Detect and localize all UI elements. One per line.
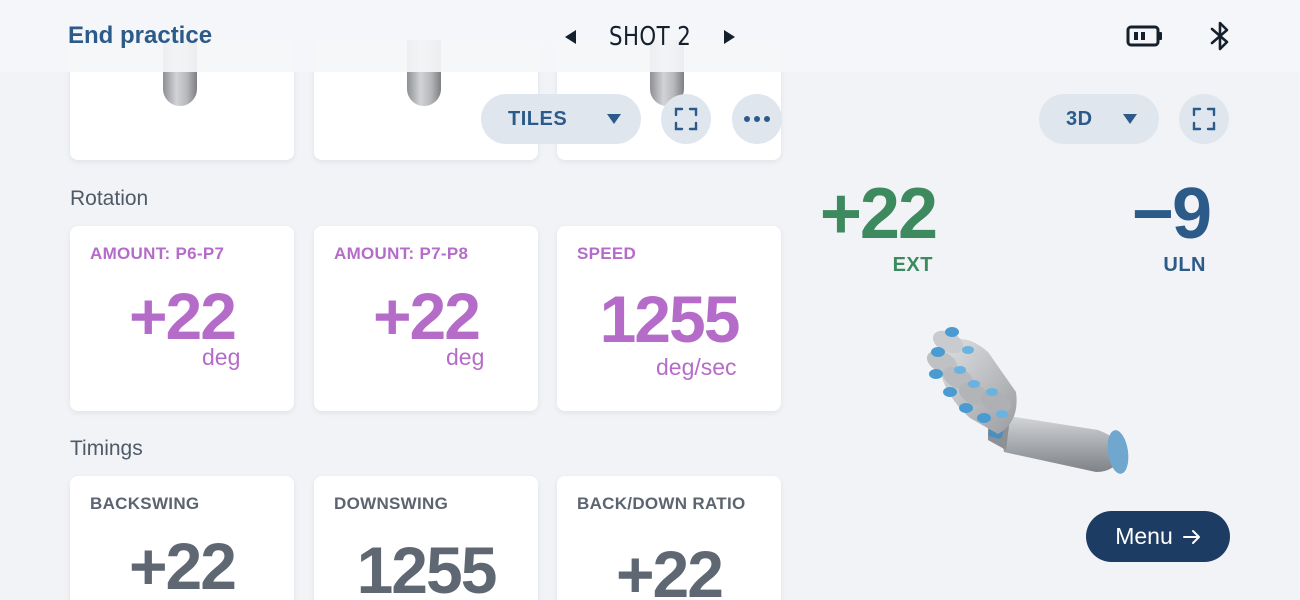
arrow-right-icon	[1182, 529, 1201, 545]
expand-icon	[1192, 107, 1216, 131]
more-options-button[interactable]	[732, 94, 782, 144]
view-mode-label: TILES	[508, 107, 568, 130]
more-icon	[744, 116, 770, 122]
ulnar-label: ULN	[1163, 254, 1206, 276]
tile-label: BACK/DOWN RATIO	[577, 494, 746, 513]
tile-label: AMOUNT: P6-P7	[90, 244, 225, 263]
extension-label: EXT	[892, 254, 933, 276]
ulnar-value: −9	[1131, 174, 1212, 254]
tile-value: 1255	[356, 533, 498, 600]
timings-section-title: Timings	[70, 437, 143, 460]
tile-value: +22	[616, 537, 724, 600]
tile-label: SPEED	[577, 244, 637, 263]
expand-tiles-button[interactable]	[661, 94, 711, 144]
timing-tile-backswing[interactable]: BACKSWING +22	[70, 476, 294, 600]
extension-metric: +22 EXT	[812, 174, 938, 277]
view-mode-select[interactable]: TILES	[481, 94, 641, 144]
tile-label: DOWNSWING	[334, 494, 449, 513]
shot-navigator: SHOT 2	[560, 18, 740, 56]
bluetooth-icon[interactable]	[1208, 20, 1232, 52]
tile-label: BACKSWING	[90, 494, 200, 513]
hand-3d-model[interactable]	[918, 322, 1138, 482]
rotation-tile-speed[interactable]: SPEED 1255 deg/sec	[557, 226, 781, 411]
top-bar: End practice SHOT 2	[0, 0, 1300, 72]
chevron-down-icon	[1122, 114, 1137, 124]
tile-value: +22	[129, 529, 237, 600]
tile-value: +22	[373, 279, 481, 353]
menu-button-label: Menu	[1115, 523, 1173, 549]
timing-tile-downswing[interactable]: DOWNSWING 1255	[314, 476, 538, 600]
rotation-tile-amount-p6-p7[interactable]: AMOUNT: P6-P7 +22 deg	[70, 226, 294, 411]
tile-unit: deg	[446, 344, 485, 370]
shot-label: SHOT 2	[608, 22, 692, 52]
tile-value: 1255	[599, 282, 741, 356]
model-view-label: 3D	[1066, 107, 1093, 130]
model-view-select[interactable]: 3D	[1039, 94, 1159, 144]
ulnar-metric: −9 ULN	[1120, 174, 1212, 277]
battery-icon	[1126, 24, 1164, 48]
caret-right-icon[interactable]	[718, 26, 740, 48]
rotation-tile-amount-p7-p8[interactable]: AMOUNT: P7-P8 +22 deg	[314, 226, 538, 411]
tile-label: AMOUNT: P7-P8	[334, 244, 469, 263]
expand-model-button[interactable]	[1179, 94, 1229, 144]
expand-icon	[674, 107, 698, 131]
tile-unit: deg/sec	[656, 354, 737, 380]
caret-left-icon[interactable]	[560, 26, 582, 48]
chevron-down-icon	[607, 114, 622, 124]
tile-unit: deg	[202, 344, 241, 370]
end-practice-button[interactable]: End practice	[68, 22, 212, 50]
rotation-section-title: Rotation	[70, 187, 149, 210]
tile-value: +22	[129, 279, 237, 353]
timing-tile-back-down-ratio[interactable]: BACK/DOWN RATIO +22	[557, 476, 781, 600]
extension-value: +22	[819, 174, 938, 254]
menu-button[interactable]: Menu	[1086, 511, 1230, 562]
